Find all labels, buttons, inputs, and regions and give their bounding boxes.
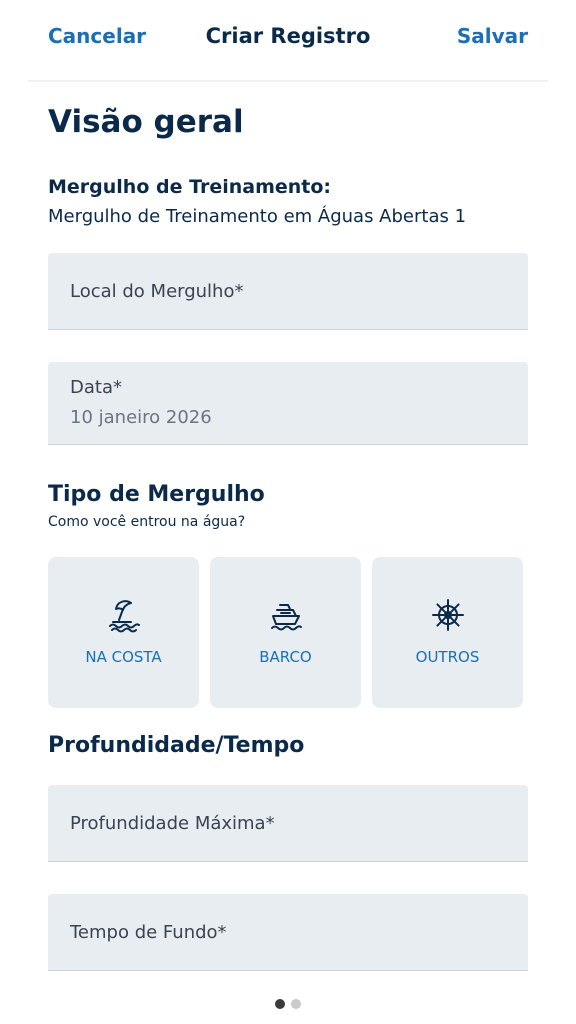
max-depth-label: Profundidade Máxima*	[70, 813, 275, 834]
date-label: Data*	[70, 377, 122, 398]
dive-type-shore-button[interactable]: NA COSTA	[48, 557, 199, 708]
save-button[interactable]: Salvar	[457, 24, 528, 48]
page-indicator	[0, 999, 576, 1009]
dive-type-subheading: Como você entrou na água?	[48, 514, 246, 530]
top-bar: Cancelar Criar Registro Salvar	[0, 0, 576, 80]
date-field[interactable]: Data* 10 janeiro 2026	[48, 362, 528, 445]
dive-type-options: NA COSTA BARCO OUTROS	[48, 557, 523, 708]
boat-icon	[270, 604, 302, 631]
dive-type-heading: Tipo de Mergulho	[48, 482, 265, 507]
bottom-time-field[interactable]: Tempo de Fundo*	[48, 894, 528, 971]
dive-type-boat-button[interactable]: BARCO	[210, 557, 361, 708]
page-dot-2[interactable]	[291, 999, 301, 1009]
dive-type-other-button[interactable]: OUTROS	[372, 557, 523, 708]
training-dive-value: Mergulho de Treinamento em Águas Abertas…	[48, 206, 467, 227]
dive-type-other-label: OUTROS	[415, 648, 480, 666]
date-value: 10 janeiro 2026	[70, 407, 212, 428]
training-dive-label: Mergulho de Treinamento:	[48, 176, 332, 198]
header-divider	[28, 80, 548, 82]
max-depth-field[interactable]: Profundidade Máxima*	[48, 785, 528, 862]
beach-umbrella-icon	[108, 600, 140, 633]
depth-time-heading: Profundidade/Tempo	[48, 733, 305, 758]
dive-site-field[interactable]: Local do Mergulho*	[48, 253, 528, 330]
dive-type-shore-label: NA COSTA	[85, 648, 162, 666]
dive-type-boat-label: BARCO	[259, 648, 312, 666]
overview-heading: Visão geral	[48, 104, 244, 140]
ship-wheel-icon	[431, 599, 464, 631]
dive-site-label: Local do Mergulho*	[70, 281, 244, 302]
bottom-time-label: Tempo de Fundo*	[70, 922, 227, 943]
page-dot-1[interactable]	[275, 999, 285, 1009]
